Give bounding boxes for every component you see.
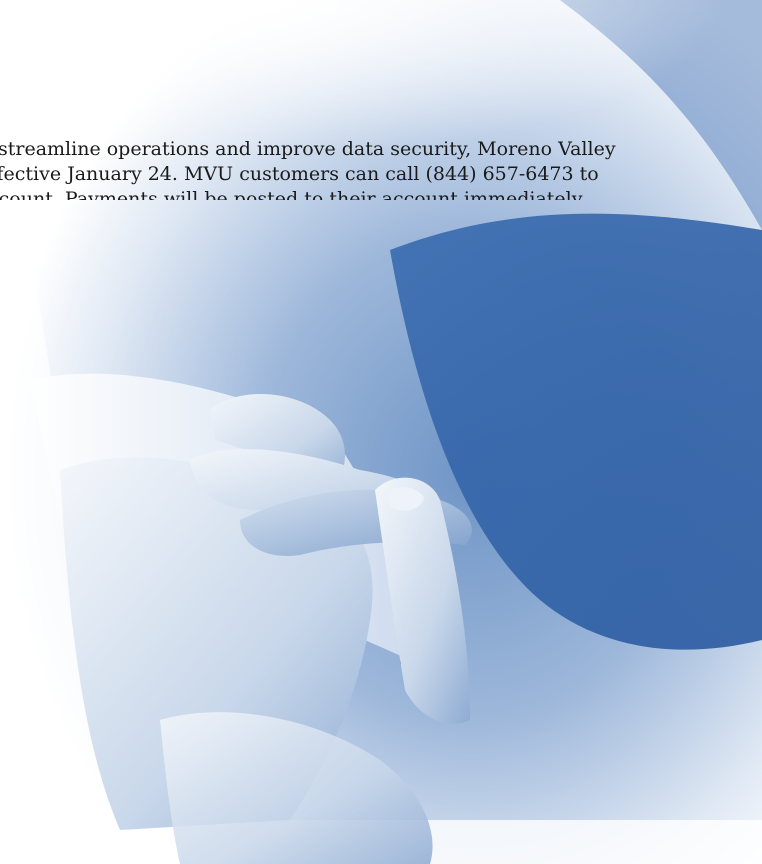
notice-line-1: streamline operations and improve data s… [0, 138, 616, 160]
service-notice: streamline operations and improve data s… [0, 0, 762, 200]
notice-line-2: ffective January 24. MVU customers can c… [0, 163, 599, 185]
notice-line-3: ccount. Payments will be posted to their… [0, 188, 586, 200]
